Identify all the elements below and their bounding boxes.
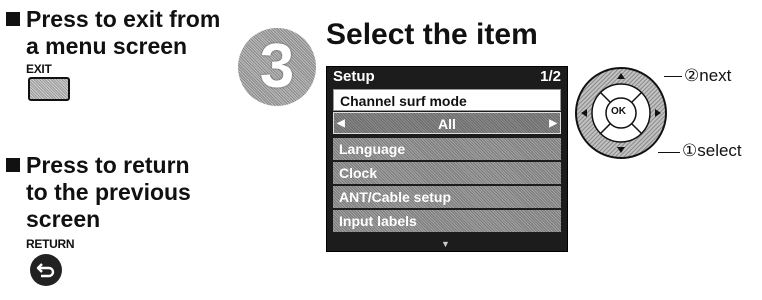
- return-button[interactable]: [30, 254, 62, 286]
- exit-heading: Press to exit from: [6, 6, 220, 33]
- select-label: ①select: [682, 141, 742, 160]
- menu-item-channel-surf-mode[interactable]: Channel surf mode: [333, 89, 561, 111]
- select-leader-line: [658, 152, 680, 153]
- left-arrow-icon[interactable]: ◀: [337, 113, 345, 135]
- exit-button-label: EXIT: [26, 62, 52, 76]
- menu-page-indicator: 1/2: [540, 68, 561, 85]
- step-number-badge: 3: [238, 28, 316, 106]
- exit-button[interactable]: [28, 77, 70, 101]
- next-leader-line: [664, 76, 682, 77]
- return-arrow-icon: [36, 263, 55, 278]
- right-arrow-icon[interactable]: ▶: [549, 113, 557, 135]
- menu-value: All: [438, 116, 456, 132]
- scroll-down-icon: ▼: [441, 239, 450, 249]
- menu-header: Setup 1/2: [327, 67, 567, 87]
- return-heading-line2: to the previous: [26, 179, 191, 205]
- bullet-square-icon: [6, 158, 20, 172]
- exit-instructions: Press to exit from a menu screen EXIT: [6, 6, 220, 101]
- step-title: Select the item: [326, 18, 538, 51]
- ok-button[interactable]: OK: [611, 106, 626, 117]
- bullet-square-icon: [6, 12, 20, 26]
- return-heading-line3: screen: [26, 206, 101, 232]
- return-instructions: Press to return to the previous screen R…: [6, 152, 191, 286]
- next-label: ②next: [684, 66, 732, 85]
- menu-item-input-labels[interactable]: Input labels: [333, 210, 561, 232]
- step-number: 3: [259, 32, 295, 101]
- menu-value-selector[interactable]: ◀ All ▶: [333, 112, 561, 134]
- setup-menu: Setup 1/2 Channel surf mode ◀ All ▶ Lang…: [326, 66, 568, 252]
- exit-heading-line2: a menu screen: [26, 33, 188, 59]
- return-heading: Press to return: [6, 152, 191, 179]
- menu-item-language[interactable]: Language: [333, 138, 561, 160]
- menu-item-ant-cable-setup[interactable]: ANT/Cable setup: [333, 186, 561, 208]
- menu-title: Setup: [333, 68, 375, 85]
- menu-item-clock[interactable]: Clock: [333, 162, 561, 184]
- return-button-label: RETURN: [26, 237, 75, 251]
